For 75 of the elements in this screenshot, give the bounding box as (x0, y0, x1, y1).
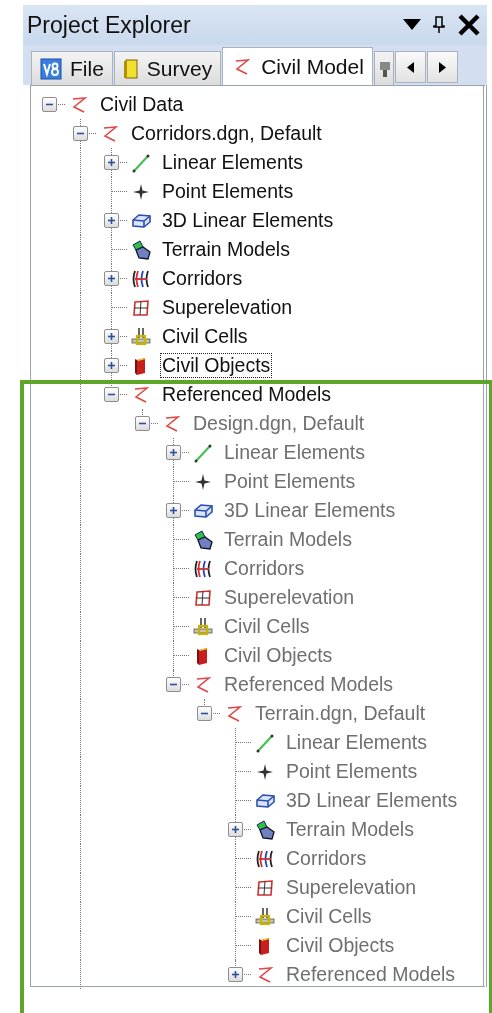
plus-icon (229, 823, 242, 836)
tree-item[interactable]: Referenced Models (160, 382, 334, 407)
tree-item[interactable]: Linear Elements (160, 150, 305, 175)
tree-item[interactable]: Corridors (160, 266, 245, 291)
tab[interactable]: File (31, 51, 113, 85)
expand-toggle[interactable] (166, 445, 181, 460)
scroll-left-button[interactable] (394, 51, 426, 83)
plus-icon (105, 156, 118, 169)
plus-icon (229, 968, 242, 981)
plus-icon (105, 330, 118, 343)
expand-toggle[interactable] (228, 967, 243, 982)
collapse-toggle[interactable] (104, 387, 119, 402)
v8-icon (40, 57, 62, 80)
tree-item[interactable]: Corridors (222, 556, 307, 581)
tree-item[interactable]: Linear Elements (284, 730, 429, 755)
tree-item[interactable]: Terrain.dgn, Default (253, 701, 428, 726)
tree-item[interactable]: Point Elements (222, 469, 358, 494)
tree-item[interactable]: Civil Cells (284, 904, 374, 929)
pin-icon[interactable] (433, 16, 445, 34)
plus-icon (105, 272, 118, 285)
expand-toggle[interactable] (104, 155, 119, 170)
tree-item[interactable]: Terrain Models (284, 817, 416, 842)
tree-item[interactable]: Civil Objects (160, 353, 273, 378)
tree-item[interactable]: Civil Cells (160, 324, 250, 349)
tree-item[interactable]: 3D Linear Elements (284, 788, 460, 813)
tree-item[interactable]: Terrain Models (160, 237, 292, 262)
tree-item[interactable]: Civil Objects (222, 643, 335, 668)
cell-icon (130, 325, 152, 348)
scroll-right-button[interactable] (426, 51, 458, 83)
tree-item[interactable]: Referenced Models (284, 962, 458, 987)
cell-icon (192, 615, 214, 638)
right-arrow-icon (438, 61, 446, 73)
expand-toggle[interactable] (104, 329, 119, 344)
collapse-toggle[interactable] (197, 706, 212, 721)
terrain-icon (130, 238, 152, 261)
tab[interactable]: Survey (113, 51, 222, 85)
terrain-icon (254, 818, 276, 841)
plus-icon (167, 504, 180, 517)
collapse-toggle[interactable] (73, 126, 88, 141)
tree-item[interactable]: Corridors (284, 846, 369, 871)
tree-item[interactable]: Superelevation (222, 585, 357, 610)
tree-item[interactable]: Linear Elements (222, 440, 367, 465)
plus-icon (105, 359, 118, 372)
collapse-toggle[interactable] (42, 97, 57, 112)
plus-icon (167, 446, 180, 459)
left-arrow-icon (406, 61, 414, 73)
expand-toggle[interactable] (104, 271, 119, 286)
tree-item[interactable]: Referenced Models (222, 672, 396, 697)
tree-item[interactable]: Civil Cells (222, 614, 312, 639)
cell-icon (254, 905, 276, 928)
tree-item[interactable]: Terrain Models (222, 527, 354, 552)
collapse-toggle[interactable] (135, 416, 150, 431)
tree-item[interactable]: Superelevation (160, 295, 295, 320)
tab[interactable]: Civil Model (222, 47, 373, 85)
collapse-toggle[interactable] (166, 677, 181, 692)
expand-toggle[interactable] (166, 503, 181, 518)
tree-item[interactable]: Civil Data (98, 92, 186, 117)
tree-item[interactable]: 3D Linear Elements (160, 208, 336, 233)
panel-title: Project Explorer (27, 11, 192, 39)
expand-toggle[interactable] (104, 213, 119, 228)
dropdown-icon[interactable] (403, 19, 421, 31)
tree-item[interactable]: Civil Objects (284, 933, 397, 958)
expand-toggle[interactable] (104, 358, 119, 373)
plus-icon (105, 214, 118, 227)
expand-toggle[interactable] (228, 822, 243, 837)
book-icon (122, 57, 139, 80)
close-icon[interactable] (457, 13, 481, 37)
tree-item[interactable]: Point Elements (160, 179, 296, 204)
terrain-icon (192, 528, 214, 551)
tree-item[interactable]: Corridors.dgn, Default (129, 121, 324, 146)
tab[interactable] (373, 51, 394, 85)
tree-item[interactable]: Superelevation (284, 875, 419, 900)
tree-item[interactable]: Point Elements (284, 759, 420, 784)
tree-item[interactable]: 3D Linear Elements (222, 498, 398, 523)
tree-item[interactable]: Design.dgn, Default (191, 411, 367, 436)
